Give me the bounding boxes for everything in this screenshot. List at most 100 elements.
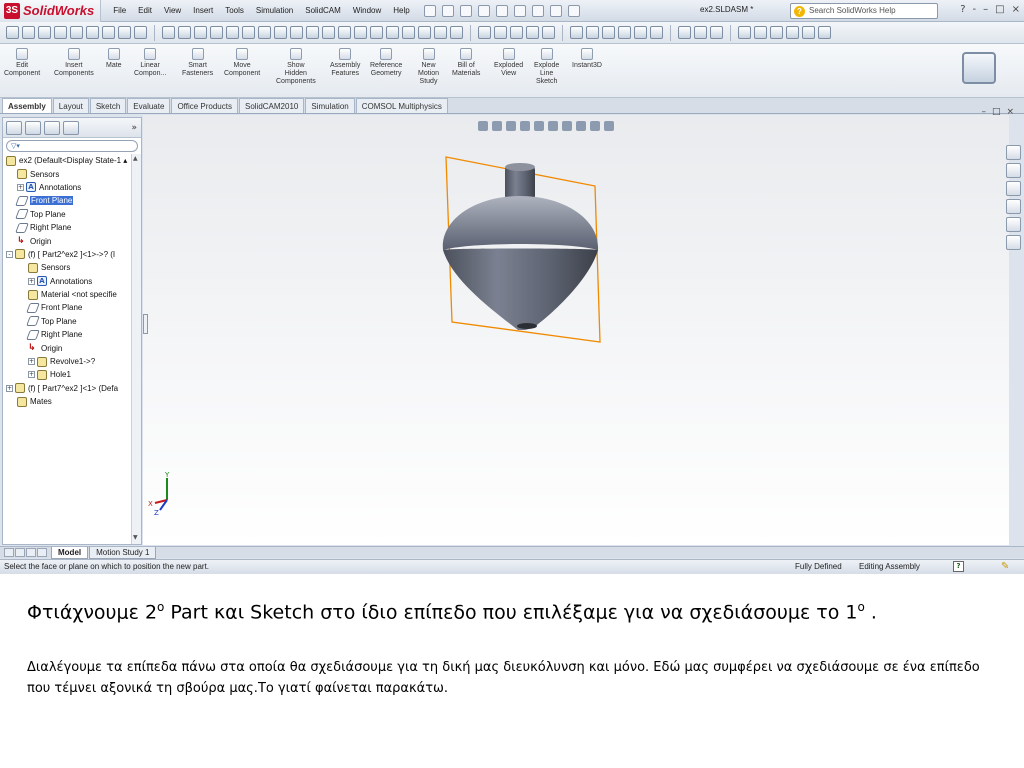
edit-appearance-icon[interactable]	[576, 121, 586, 131]
new-motion-study-button[interactable]: New Motion Study	[418, 48, 439, 86]
save-icon[interactable]	[477, 4, 490, 17]
tree-item[interactable]: Right Plane	[3, 221, 141, 234]
tab-layout[interactable]: Layout	[52, 98, 89, 113]
app-logo[interactable]: 3S SolidWorks	[0, 0, 102, 22]
custom-properties-icon[interactable]	[1006, 235, 1021, 250]
tab-model[interactable]: Model	[51, 546, 89, 559]
menu-insert[interactable]: Insert	[187, 0, 219, 22]
tree-item[interactable]: - (f) [ Part2^ex2 ]<1>->? (I	[3, 248, 141, 261]
doc-restore-button[interactable]: □	[992, 107, 1001, 117]
shadows-icon[interactable]	[402, 26, 415, 39]
expand-toggle-icon[interactable]: +	[28, 371, 35, 379]
report-icon[interactable]	[710, 26, 723, 39]
dimxpert-tab-icon[interactable]	[63, 120, 79, 135]
tree-item[interactable]: Top Plane	[3, 315, 141, 328]
exploded-view-button[interactable]: Exploded View	[494, 48, 523, 78]
tab-simulation[interactable]: Simulation	[305, 98, 355, 113]
scroll-up-arrow-icon[interactable]: ▲	[133, 155, 140, 164]
menu-view[interactable]: View	[158, 0, 187, 22]
chart-alt-icon[interactable]	[694, 26, 707, 39]
solidworks-resources-icon[interactable]	[1006, 145, 1021, 160]
section-view-icon[interactable]	[370, 26, 383, 39]
scene-icon[interactable]	[434, 26, 447, 39]
last-tab-arrow-icon[interactable]	[37, 548, 47, 557]
layers-icon[interactable]	[134, 26, 147, 39]
feature-tree-scrollbar[interactable]: ▲ ▼	[131, 154, 141, 544]
expand-toggle-icon[interactable]: -	[6, 250, 13, 258]
show-hidden-components-button[interactable]: Show Hidden Components	[276, 48, 316, 86]
rebuild-icon[interactable]	[549, 4, 562, 17]
feature-manager-tab-icon[interactable]	[6, 120, 22, 135]
cam-settings-icon[interactable]	[542, 26, 555, 39]
prev-tab-arrow-icon[interactable]	[15, 548, 25, 557]
sheet-metal-icon[interactable]	[770, 26, 783, 39]
help-search-input[interactable]: ? Search SolidWorks Help	[790, 3, 938, 19]
section-view-icon[interactable]	[520, 121, 530, 131]
hide-show-items-icon[interactable]	[562, 121, 572, 131]
tab-motion-study-1[interactable]: Motion Study 1	[89, 546, 157, 559]
view-settings-icon[interactable]	[604, 121, 614, 131]
options-icon[interactable]	[567, 4, 580, 17]
tree-item[interactable]: Mates	[3, 395, 141, 408]
routing-icon[interactable]	[818, 26, 831, 39]
file-explorer-icon[interactable]	[1006, 181, 1021, 196]
tools-icon[interactable]	[494, 26, 507, 39]
zoom-to-area-icon[interactable]	[492, 121, 502, 131]
maximize-button[interactable]: □	[995, 4, 1004, 15]
tree-item[interactable]: Sensors	[3, 167, 141, 180]
move-component-button[interactable]: Move Component	[224, 48, 260, 78]
open-folder-icon[interactable]	[459, 4, 472, 17]
display-style-icon[interactable]	[306, 26, 319, 39]
explode-line-sketch-button[interactable]: Explode Line Sketch	[534, 48, 559, 86]
tab-comsol-multiphysics[interactable]: COMSOL Multiphysics	[355, 98, 448, 113]
feature-tree-filter[interactable]: ▽▾	[6, 140, 138, 152]
tree-item[interactable]: Right Plane	[3, 328, 141, 341]
view-palette-icon[interactable]	[1006, 199, 1021, 214]
chart-icon[interactable]	[678, 26, 691, 39]
shaded-icon[interactable]	[354, 26, 367, 39]
properties-icon[interactable]	[274, 26, 287, 39]
tree-item[interactable]: + Hole1	[3, 368, 141, 381]
bill-of-materials-button[interactable]: Bill of Materials	[452, 48, 480, 78]
view-iso-icon[interactable]	[102, 26, 115, 39]
doc-close-button[interactable]: ×	[1006, 107, 1014, 117]
scroll-down-arrow-icon[interactable]: ▼	[133, 534, 140, 543]
edit-component-button[interactable]: Edit Component	[4, 48, 40, 78]
design-library-icon[interactable]	[1006, 163, 1021, 178]
view-bottom-icon[interactable]	[86, 26, 99, 39]
help-button[interactable]: ?	[960, 4, 965, 15]
view-normal-icon[interactable]	[118, 26, 131, 39]
menu-edit[interactable]: Edit	[132, 0, 158, 22]
close-button[interactable]: ×	[1012, 4, 1020, 15]
sketch-circle-icon[interactable]	[602, 26, 615, 39]
view-front-icon[interactable]	[6, 26, 19, 39]
cam-icon[interactable]	[510, 26, 523, 39]
expand-toggle-icon[interactable]: +	[17, 183, 24, 191]
tree-item[interactable]: + A Annotations	[3, 275, 141, 288]
property-manager-tab-icon[interactable]	[25, 120, 41, 135]
tree-item[interactable]: ↳ Origin	[3, 234, 141, 247]
tree-item[interactable]: ex2 (Default<Display State-1 ▴	[3, 154, 141, 167]
tab-assembly[interactable]: Assembly	[2, 98, 52, 113]
tree-item[interactable]: ↳ Origin	[3, 341, 141, 354]
expand-toggle-icon[interactable]: +	[28, 358, 35, 366]
quick-tips-help-icon[interactable]: ?	[953, 561, 964, 572]
menu-tools[interactable]: Tools	[219, 0, 250, 22]
paste-icon[interactable]	[210, 26, 223, 39]
appearances-scenes-icon[interactable]	[1006, 217, 1021, 232]
sketch-line-icon[interactable]	[570, 26, 583, 39]
configuration-manager-tab-icon[interactable]	[44, 120, 60, 135]
tab-evaluate[interactable]: Evaluate	[127, 98, 171, 113]
mold-tools-icon[interactable]	[738, 26, 751, 39]
menu-simulation[interactable]: Simulation	[250, 0, 299, 22]
table-icon[interactable]	[178, 26, 191, 39]
view-top-icon[interactable]	[70, 26, 83, 39]
menu-window[interactable]: Window	[347, 0, 387, 22]
zoom-to-fit-icon[interactable]	[478, 121, 488, 131]
assembly-features-button[interactable]: Assembly Features	[330, 48, 360, 78]
tab-solidcam2010[interactable]: SolidCAM2010	[238, 98, 305, 113]
circle-icon[interactable]	[290, 26, 303, 39]
render-icon[interactable]	[450, 26, 463, 39]
curves-icon[interactable]	[802, 26, 815, 39]
tab-office-products[interactable]: Office Products	[171, 98, 238, 113]
